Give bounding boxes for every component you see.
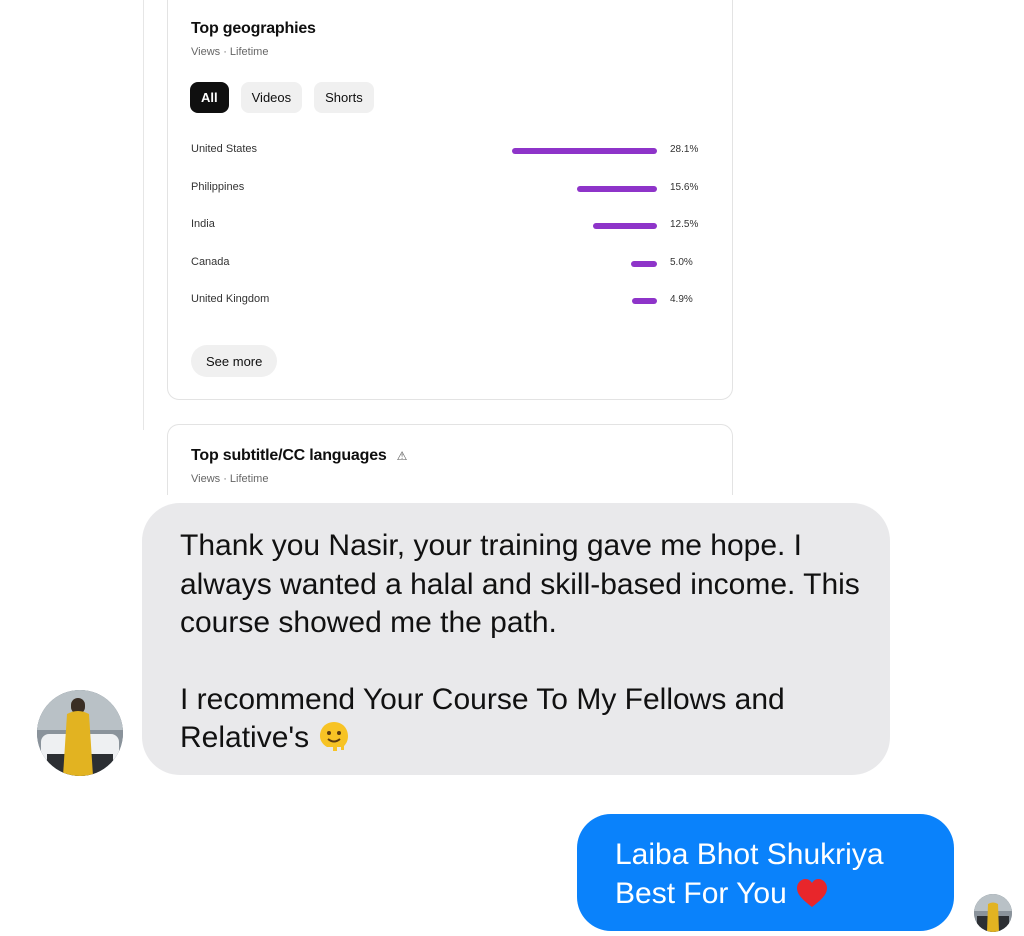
country-name: Philippines bbox=[191, 180, 245, 193]
filter-chips: All Videos Shorts bbox=[190, 82, 374, 113]
share-percent: 12.5% bbox=[670, 219, 699, 230]
share-percent: 28.1% bbox=[670, 144, 699, 155]
geography-row: United States 28.1% bbox=[168, 141, 732, 161]
sender-avatar[interactable] bbox=[37, 690, 123, 776]
share-bar bbox=[512, 148, 657, 154]
warning-triangle-icon[interactable]: ⚠ bbox=[397, 449, 408, 463]
avatar-photo-icon bbox=[37, 690, 123, 776]
share-percent: 15.6% bbox=[670, 181, 699, 193]
share-percent: 4.9% bbox=[670, 294, 693, 305]
chip-shorts[interactable]: Shorts bbox=[314, 82, 374, 113]
share-bar bbox=[576, 185, 657, 192]
chip-all[interactable]: All bbox=[190, 82, 229, 113]
top-geographies-card: Top geographies Views · Lifetime All Vid… bbox=[167, 0, 733, 400]
reader-avatar bbox=[974, 894, 1012, 932]
share-percent: 5.0% bbox=[670, 256, 693, 268]
share-bar bbox=[592, 223, 657, 229]
message-line: Laiba Bhot Shukriya bbox=[615, 838, 884, 871]
red-heart-emoji-icon bbox=[796, 878, 827, 907]
country-name: India bbox=[191, 218, 215, 230]
incoming-message-bubble[interactable]: Thank you Nasir, your training gave me h… bbox=[142, 503, 890, 775]
geography-row: Philippines 15.6% bbox=[168, 179, 732, 199]
share-bar bbox=[631, 260, 657, 267]
geography-row: Canada 5.0% bbox=[168, 254, 732, 274]
melting-face-emoji-icon bbox=[320, 722, 349, 751]
geography-row: United Kingdom 4.9% bbox=[168, 291, 732, 311]
message-text: Best For You bbox=[615, 876, 787, 910]
card-title-text: Top subtitle/CC languages bbox=[191, 447, 387, 464]
country-name: United Kingdom bbox=[191, 293, 270, 305]
geography-row: India 12.5% bbox=[168, 216, 732, 236]
message-text: I recommend Your Course To My Fellows an… bbox=[180, 682, 785, 755]
card-title: Top geographies bbox=[191, 20, 316, 37]
card-subtitle: Views · Lifetime bbox=[191, 473, 269, 485]
country-name: Canada bbox=[191, 255, 230, 268]
card-title: Top subtitle/CC languages ⚠ bbox=[191, 447, 407, 465]
country-name: United States bbox=[191, 143, 258, 155]
chip-videos[interactable]: Videos bbox=[240, 82, 303, 113]
message-line-with-emoji: Best For You bbox=[615, 875, 934, 914]
card-subtitle: Views · Lifetime bbox=[191, 46, 269, 58]
screenshot-divider bbox=[143, 0, 144, 430]
share-bar bbox=[631, 298, 657, 304]
see-more-button[interactable]: See more bbox=[191, 345, 278, 377]
message-paragraph-with-emoji: I recommend Your Course To My Fellows an… bbox=[180, 681, 870, 758]
avatar-photo-icon bbox=[974, 894, 1012, 932]
message-paragraph: Thank you Nasir, your training gave me h… bbox=[180, 529, 860, 639]
outgoing-message-bubble[interactable]: Laiba Bhot Shukriya Best For You bbox=[577, 814, 954, 931]
